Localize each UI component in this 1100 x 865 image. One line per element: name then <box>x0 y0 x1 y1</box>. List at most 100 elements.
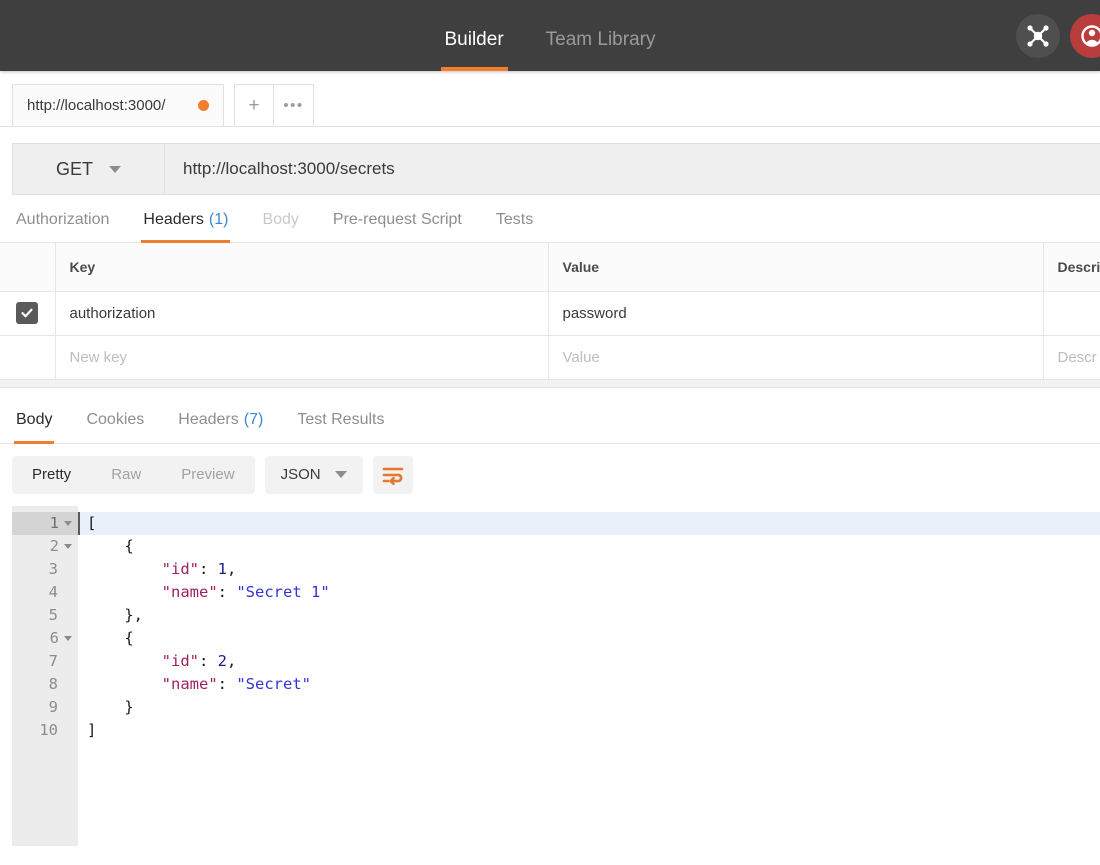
code-fold-arrow-icon[interactable] <box>64 636 72 641</box>
tab-headers[interactable]: Headers (1) <box>141 211 231 243</box>
view-mode-raw-label: Raw <box>111 466 142 483</box>
app-header: Builder Team Library <box>0 0 1100 71</box>
response-tab-headers-label: Headers <box>178 410 239 428</box>
code-token-k: "id" <box>87 651 199 670</box>
gutter-line-number: 10 <box>12 719 78 742</box>
http-method-label: GET <box>55 158 93 179</box>
code-token-s: "Secret" <box>236 674 311 693</box>
tab-tests-label: Tests <box>495 211 534 228</box>
tab-pre-request-script[interactable]: Pre-request Script <box>331 211 464 242</box>
nav-tab-builder[interactable]: Builder <box>440 29 508 71</box>
url-input[interactable]: http://localhost:3000/secrets <box>165 144 1100 194</box>
table-header-row: Key Value Descrip <box>0 243 1100 292</box>
response-tab-body[interactable]: Body <box>14 410 55 444</box>
gutter-line-number: 2 <box>12 535 78 558</box>
word-wrap-icon <box>382 467 403 485</box>
code-token-p: { <box>87 628 134 647</box>
gutter-line-number: 4 <box>12 581 78 604</box>
column-header-checkbox <box>0 243 56 292</box>
code-line: "id": 2, <box>78 650 1100 673</box>
section-divider <box>0 379 1100 388</box>
response-section-tabs: Body Cookies Headers (7) Test Results <box>0 387 1100 444</box>
request-section-tabs: Authorization Headers (1) Body Pre-reques… <box>0 195 1100 243</box>
code-line: "name": "Secret" <box>78 673 1100 696</box>
code-token-p: : <box>217 674 237 693</box>
line-number-label: 8 <box>48 674 58 693</box>
response-tab-cookies-label: Cookies <box>86 410 145 428</box>
code-line: }, <box>78 604 1100 627</box>
response-view-mode-group: Pretty Raw Preview <box>12 455 255 494</box>
editor-code-area[interactable]: [ { "id": 1, "name": "Secret 1" }, { "id… <box>78 506 1100 846</box>
nav-tab-builder-label: Builder <box>444 29 504 50</box>
code-fold-arrow-icon[interactable] <box>64 544 72 549</box>
column-header-description: Descrip <box>1043 243 1100 292</box>
tab-body[interactable]: Body <box>260 211 300 242</box>
response-tab-body-label: Body <box>16 410 53 428</box>
user-avatar-icon[interactable] <box>1070 13 1100 58</box>
new-row-enabled-cell <box>0 335 56 380</box>
row-value-input[interactable]: password <box>548 291 1044 336</box>
code-line: "id": 1, <box>78 558 1100 581</box>
code-token-k: "name" <box>87 674 218 693</box>
code-token-s: "Secret 1" <box>236 582 330 601</box>
request-tab-strip: http://localhost:3000/ + ••• <box>0 71 1100 127</box>
network-graph-icon[interactable] <box>1016 13 1060 58</box>
word-wrap-button[interactable] <box>372 455 413 494</box>
row-enabled-cell <box>0 291 56 336</box>
tab-tests[interactable]: Tests <box>494 211 535 242</box>
line-number-label: 10 <box>39 720 58 739</box>
row-key-input[interactable]: authorization <box>55 291 549 336</box>
response-tab-test-results[interactable]: Test Results <box>295 411 386 443</box>
nav-tab-team-library[interactable]: Team Library <box>542 30 660 71</box>
line-number-label: 9 <box>48 697 58 716</box>
line-number-label: 1 <box>49 513 59 532</box>
unsaved-changes-dot-icon <box>198 100 209 111</box>
line-number-label: 2 <box>49 536 59 555</box>
code-line: ] <box>78 719 1100 742</box>
code-token-p: : <box>198 651 218 670</box>
code-token-k: "name" <box>87 582 218 601</box>
view-mode-preview[interactable]: Preview <box>161 456 254 494</box>
response-body-editor[interactable]: 1 2 3 4 5 6 7 8 9 10 [ { "id": 1, "name": "Secret… <box>0 505 1100 846</box>
headers-table: Key Value Descrip authorization password… <box>0 243 1100 380</box>
url-input-value: http://localhost:3000/secrets <box>183 159 395 178</box>
response-tab-headers[interactable]: Headers (7) <box>176 411 265 443</box>
url-bar-container: GET http://localhost:3000/secrets <box>0 127 1100 195</box>
view-mode-preview-label: Preview <box>181 466 235 483</box>
row-checkbox-checked[interactable] <box>16 302 39 324</box>
new-key-input[interactable]: New key <box>55 335 549 380</box>
code-line: { <box>78 535 1100 558</box>
column-header-value: Value <box>548 243 1044 292</box>
code-token-p: , <box>227 559 237 578</box>
line-number-label: 6 <box>49 628 59 647</box>
code-fold-arrow-icon[interactable] <box>64 521 72 526</box>
code-line: } <box>78 696 1100 719</box>
view-mode-pretty[interactable]: Pretty <box>12 456 91 494</box>
new-description-input[interactable]: Descr <box>1043 335 1100 380</box>
tab-authorization[interactable]: Authorization <box>14 211 111 242</box>
nav-tab-team-library-label: Team Library <box>545 29 656 50</box>
response-language-selector[interactable]: JSON <box>264 455 363 494</box>
ellipsis-icon: ••• <box>283 97 304 114</box>
code-token-p: { <box>87 536 134 555</box>
gutter-line-number: 6 <box>12 627 78 650</box>
view-mode-raw[interactable]: Raw <box>91 456 161 494</box>
response-language-label: JSON <box>280 466 321 483</box>
request-tab-localhost[interactable]: http://localhost:3000/ <box>12 84 224 126</box>
tab-authorization-label: Authorization <box>16 211 110 228</box>
response-tab-test-results-label: Test Results <box>297 410 385 428</box>
new-tab-button[interactable]: + <box>234 84 274 126</box>
tab-options-button[interactable]: ••• <box>274 84 314 126</box>
response-tab-headers-count: (7) <box>243 410 264 428</box>
response-tab-cookies[interactable]: Cookies <box>84 411 146 443</box>
main-nav: Builder Team Library <box>440 0 660 71</box>
row-description-input[interactable] <box>1043 291 1100 336</box>
line-number-label: 7 <box>48 651 58 670</box>
new-value-input[interactable]: Value <box>548 335 1044 380</box>
code-line: "name": "Secret 1" <box>78 581 1100 604</box>
column-header-key: Key <box>55 243 549 292</box>
code-token-n: 2 <box>217 651 227 670</box>
view-mode-pretty-label: Pretty <box>32 466 72 483</box>
gutter-line-number: 5 <box>12 604 78 627</box>
http-method-selector[interactable]: GET <box>13 144 165 194</box>
